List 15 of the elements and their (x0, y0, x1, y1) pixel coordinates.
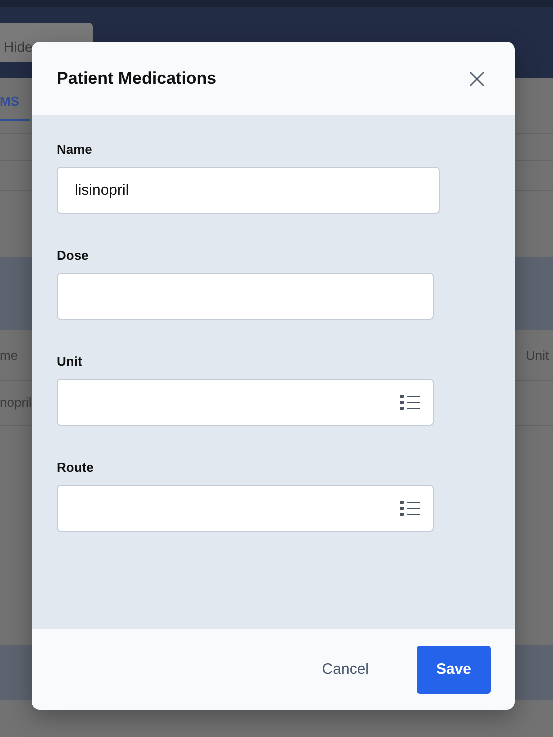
field-label: Dose (57, 248, 90, 263)
select-field[interactable] (57, 379, 434, 426)
list-icon[interactable] (400, 500, 420, 517)
input-field[interactable] (57, 273, 434, 320)
field-label: Name (57, 142, 94, 157)
field-label: Unit (57, 354, 84, 369)
select-field[interactable] (57, 485, 434, 532)
input-field[interactable]: lisinopril (57, 167, 440, 214)
close-button[interactable]: × (466, 64, 489, 92)
list-icon[interactable] (400, 394, 420, 411)
save-button[interactable]: Save (417, 646, 491, 694)
cancel-button[interactable]: Cancel (298, 646, 393, 694)
field-label: Route (57, 460, 95, 475)
table-cell: nopril (0, 395, 32, 410)
dialog-title: Patient Medications (57, 68, 217, 88)
